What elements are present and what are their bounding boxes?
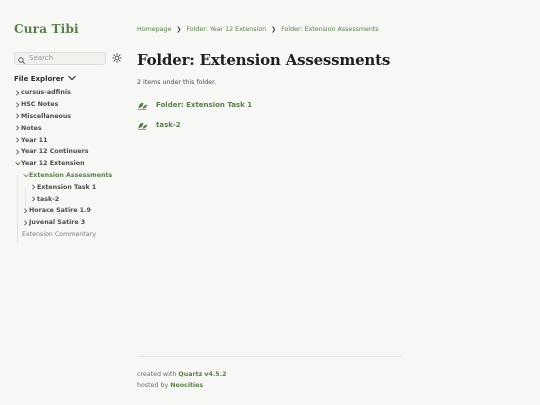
footer-hosted-line: hosted by Neocities [137,381,226,392]
file-tree: cursus-adfinis HSC Notes Miscellaneous N… [14,87,126,243]
search-row: Search [14,51,126,65]
tree-folder-extension-task-1[interactable]: Extension Task 1 [14,181,126,193]
site-title[interactable]: Cura Tibi [14,20,126,38]
sidebar: Cura Tibi Search File Explorer cursus-ad… [14,20,126,243]
quartz-link[interactable]: Quartz v4.5.2 [178,371,226,378]
leaf-icon [137,121,149,130]
tree-folder-year-12-continuers[interactable]: Year 12 Continuers [14,146,126,158]
breadcrumb-separator: ❯ [271,26,277,33]
chevron-down-icon [64,75,76,83]
breadcrumb-current[interactable]: Folder: Extension Assessments [281,26,378,33]
footer-created-line: created with Quartz v4.5.2 [137,370,226,381]
list-item[interactable]: task-2 [137,120,402,130]
tree-item-label: Extension Commentary [22,230,96,238]
tree-item-label: Horace Satire 1.9 [29,207,91,215]
sun-icon[interactable] [112,53,122,63]
footer: created with Quartz v4.5.2 hosted by Neo… [137,370,226,391]
leaf-icon [137,101,149,110]
tree-folder-year-12-extension[interactable]: Year 12 Extension [14,158,126,170]
chevron-right-icon [14,89,21,96]
tree-item-label: Extension Task 1 [37,183,97,191]
tree-folder-juvenal-satire[interactable]: Juvenal Satire 3 [14,217,126,229]
explorer-toggle[interactable]: File Explorer [14,72,126,85]
tree-item-label: HSC Notes [21,101,59,109]
search-input[interactable]: Search [14,49,106,68]
item-count: 2 items under this folder. [137,79,217,86]
main-content: Homepage ❯ Folder: Year 12 Extension ❯ F… [137,24,402,140]
chevron-right-icon [14,137,21,144]
tree-folder-notes[interactable]: Notes [14,122,126,134]
tree-folder-miscellaneous[interactable]: Miscellaneous [14,111,126,123]
tree-item-label: Miscellaneous [21,112,72,120]
page: Cura Tibi Search File Explorer cursus-ad… [0,0,540,405]
search-icon [18,49,25,68]
tree-item-label: Extension Assessments [29,171,113,179]
tree-item-label: cursus-adfinis [21,89,71,97]
chevron-right-icon [14,148,21,155]
tree-item-label: Year 11 [21,136,48,144]
breadcrumb-parent[interactable]: Folder: Year 12 Extension [186,26,266,33]
tree-item-label: Year 12 Continuers [21,148,89,156]
tree-guide [25,187,26,207]
chevron-right-icon [22,219,29,226]
footer-hosted-prefix: hosted by [137,381,169,389]
neocities-link[interactable]: Neocities [170,382,203,389]
tree-folder-year-11[interactable]: Year 11 [14,134,126,146]
tree-folder-horace-satire[interactable]: Horace Satire 1.9 [14,205,126,217]
explorer-title: File Explorer [14,74,64,83]
breadcrumb-separator: ❯ [176,26,182,33]
chevron-right-icon [30,184,37,191]
tree-item-label: task-2 [37,195,60,203]
tree-item-label: Juvenal Satire 3 [29,219,86,227]
chevron-right-icon [14,125,21,132]
chevron-right-icon [22,207,29,214]
list-item-label: Folder: Extension Task 1 [156,101,253,109]
chevron-down-icon [14,160,21,167]
list-item[interactable]: Folder: Extension Task 1 [137,100,402,110]
tree-folder-hsc-notes[interactable]: HSC Notes [14,99,126,111]
chevron-down-icon [22,172,29,179]
chevron-right-icon [14,113,21,120]
page-title: Folder: Extension Assessments [137,51,391,69]
tree-file-extension-commentary[interactable]: Extension Commentary [14,229,126,241]
tree-item-label: Notes [21,124,42,132]
tree-folder-task-2[interactable]: task-2 [14,193,126,205]
chevron-right-icon [30,196,37,203]
tree-item-label: Year 12 Extension [21,160,85,168]
tree-guide [17,175,18,243]
list-item-label: task-2 [156,121,181,129]
breadcrumb-home[interactable]: Homepage [137,26,171,33]
folder-list: Folder: Extension Task 1 task-2 [137,100,402,130]
footer-created-prefix: created with [137,371,177,378]
footer-divider [137,356,402,357]
tree-folder-cursus-adfinis[interactable]: cursus-adfinis [14,87,126,99]
chevron-right-icon [14,101,21,108]
tree-folder-extension-assessments[interactable]: Extension Assessments [14,170,126,182]
breadcrumb: Homepage ❯ Folder: Year 12 Extension ❯ F… [137,24,402,35]
search-placeholder: Search [29,54,54,62]
